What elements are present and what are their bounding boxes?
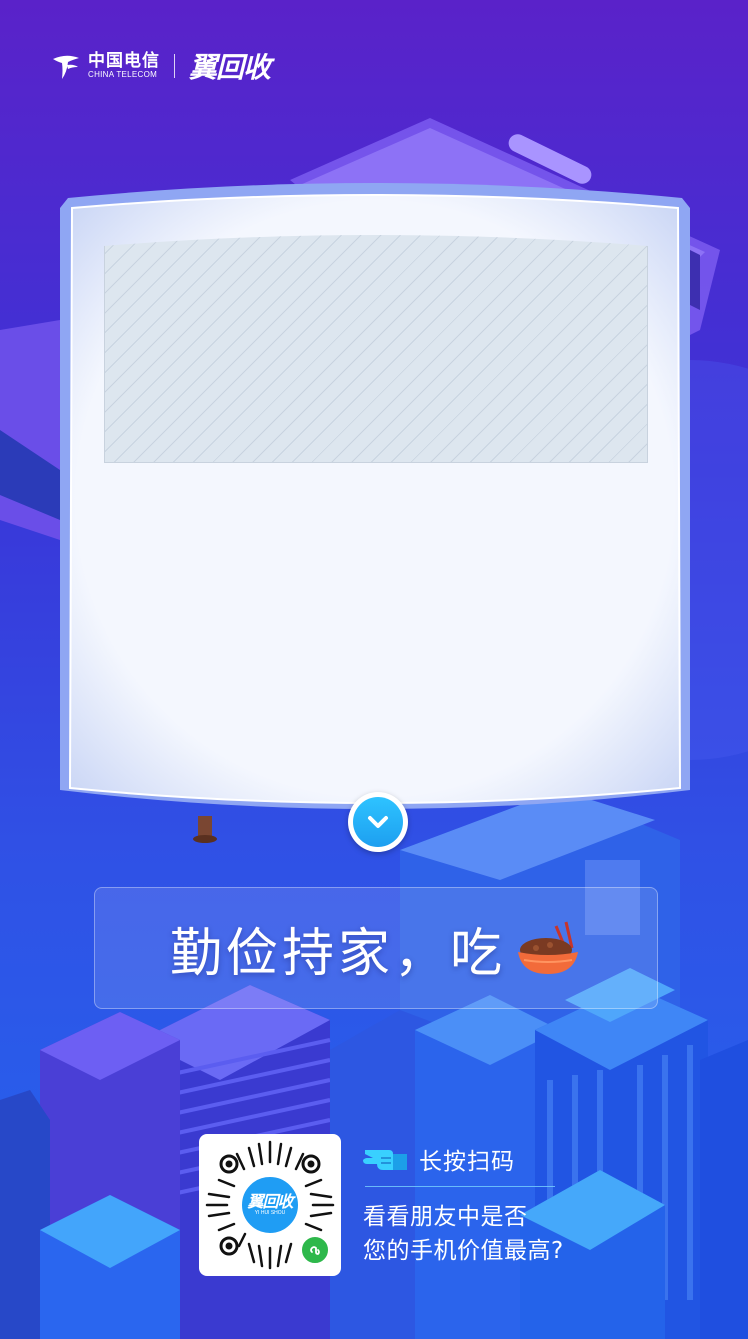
content-image-placeholder: [104, 232, 648, 463]
qr-center-logo: 翼回收 YI HUI SHOU: [239, 1174, 301, 1236]
brand-divider: [174, 54, 175, 78]
noodle-bowl-icon: [518, 921, 578, 974]
qr-logo-text: 翼回收: [247, 1192, 293, 1211]
qr-code[interactable]: 翼回收 YI HUI SHOU: [199, 1134, 341, 1276]
qr-logo-subtext: YI HUI SHOU: [254, 1210, 286, 1216]
slogan-text: 勤俭持家，吃: [169, 923, 506, 984]
scan-label: 长按扫码: [419, 1149, 515, 1175]
desc-line-1: 看看朋友中是否: [363, 1204, 528, 1230]
pointing-hand-icon: [363, 1150, 407, 1170]
yihuishou-logo: 翼回收: [189, 51, 271, 84]
telecom-name-cn: 中国电信: [88, 51, 160, 71]
scan-hint: 长按扫码: [363, 1142, 515, 1176]
brand-header: 中国电信 CHINA TELECOM 翼回收: [50, 48, 271, 84]
chevron-down-icon: [368, 816, 388, 828]
desc-line-2: 您的手机价值最高?: [363, 1238, 564, 1264]
miniprogram-icon: [300, 1235, 330, 1265]
telecom-name-en: CHINA TELECOM: [88, 70, 158, 79]
pedestal-decoration: [193, 816, 217, 843]
telecom-mark-icon: [53, 55, 79, 79]
china-telecom-logo: 中国电信 CHINA TELECOM: [50, 50, 160, 82]
poster: 中国电信 CHINA TELECOM 翼回收 勤俭持家，吃 翼回收 YI HUI…: [0, 0, 748, 1339]
expand-button[interactable]: [348, 792, 408, 852]
slogan-box: 勤俭持家，吃: [94, 887, 658, 1009]
footer-divider: [365, 1186, 555, 1187]
footer-description: 看看朋友中是否 您的手机价值最高?: [363, 1200, 564, 1268]
